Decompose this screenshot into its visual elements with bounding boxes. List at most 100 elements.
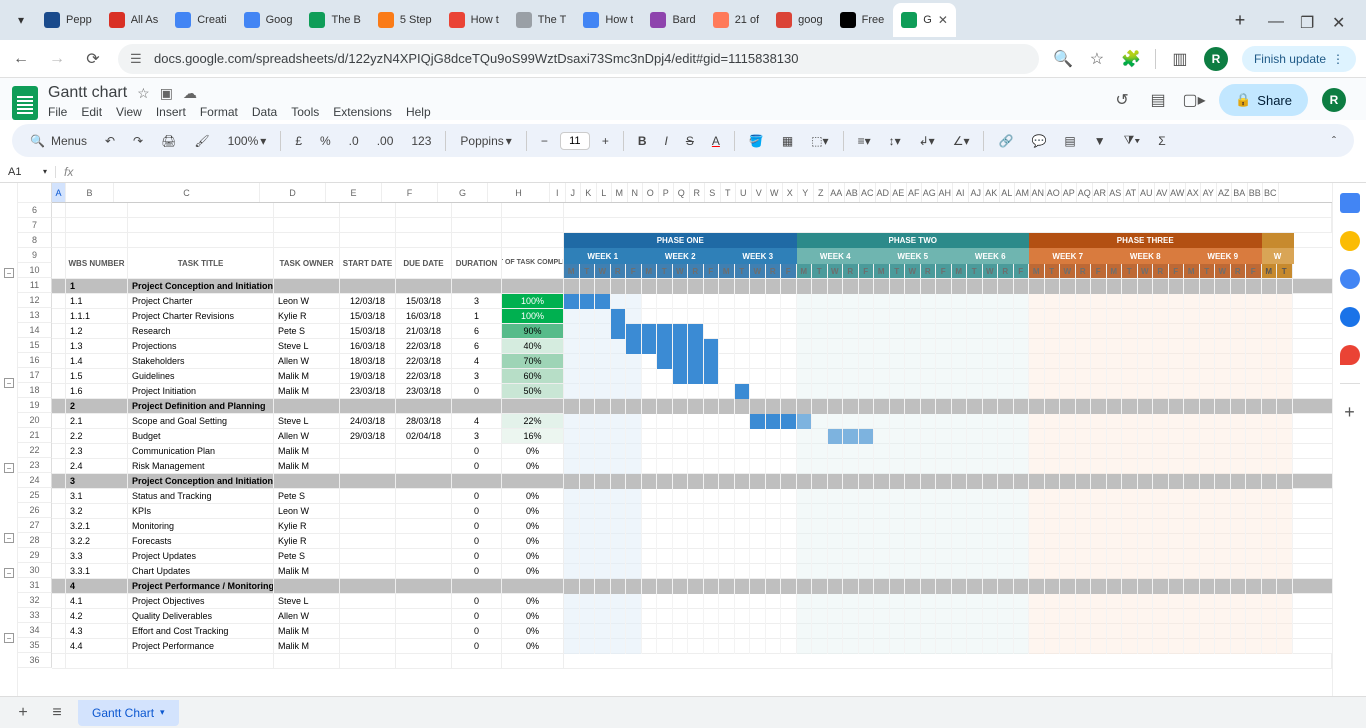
gantt-cell[interactable]	[983, 459, 999, 474]
gantt-cell[interactable]	[673, 624, 689, 639]
gantt-cell[interactable]	[952, 459, 968, 474]
outline-toggle[interactable]: −	[4, 633, 14, 643]
gantt-cell[interactable]	[890, 564, 906, 579]
account-avatar[interactable]: R	[1322, 88, 1346, 112]
gantt-cell[interactable]	[874, 339, 890, 354]
gantt-cell[interactable]	[1045, 549, 1061, 564]
gantt-cell[interactable]	[828, 414, 844, 429]
col-header[interactable]: X	[783, 183, 799, 202]
gantt-cell[interactable]	[890, 399, 906, 414]
gantt-cell[interactable]	[1107, 444, 1123, 459]
gantt-cell[interactable]	[1091, 399, 1107, 414]
gantt-cell[interactable]	[921, 474, 937, 489]
gantt-cell[interactable]	[1045, 369, 1061, 384]
gantt-cell[interactable]	[626, 474, 642, 489]
gantt-cell[interactable]	[1014, 549, 1030, 564]
gantt-cell[interactable]	[890, 339, 906, 354]
gantt-cell[interactable]	[874, 459, 890, 474]
gantt-cell[interactable]	[1169, 354, 1185, 369]
gantt-cell[interactable]	[1060, 474, 1076, 489]
gantt-cell[interactable]	[580, 279, 596, 294]
gantt-cell[interactable]	[874, 429, 890, 444]
gantt-cell[interactable]	[967, 564, 983, 579]
gantt-cell[interactable]	[1277, 324, 1293, 339]
gantt-cell[interactable]	[657, 294, 673, 309]
gantt-cell[interactable]	[1029, 459, 1045, 474]
gantt-cell[interactable]	[704, 609, 720, 624]
gantt-cell[interactable]	[750, 399, 766, 414]
gantt-cell[interactable]	[766, 324, 782, 339]
row-header[interactable]: 6	[18, 203, 52, 218]
gantt-cell[interactable]	[967, 534, 983, 549]
cell-title[interactable]: Quality Deliverables	[128, 609, 274, 623]
cell-due[interactable]	[396, 624, 452, 638]
gantt-cell[interactable]	[828, 534, 844, 549]
gantt-cell[interactable]	[1122, 639, 1138, 654]
more-formats-button[interactable]: 123	[405, 130, 437, 152]
gantt-cell[interactable]	[1045, 384, 1061, 399]
gantt-cell[interactable]	[936, 534, 952, 549]
cell-pct[interactable]: 60%	[502, 369, 564, 383]
gantt-cell[interactable]	[1153, 339, 1169, 354]
gantt-cell[interactable]	[657, 624, 673, 639]
gantt-cell[interactable]	[905, 324, 921, 339]
gantt-cell[interactable]	[1076, 504, 1092, 519]
gantt-cell[interactable]	[781, 429, 797, 444]
gantt-cell[interactable]	[657, 384, 673, 399]
task-row[interactable]: 4.3 Effort and Cost Tracking Malik M 0 0…	[52, 624, 1332, 639]
task-row[interactable]: 3.2.1 Monitoring Kylie R 0 0%	[52, 519, 1332, 534]
gantt-cell[interactable]	[564, 399, 580, 414]
cell-start[interactable]	[340, 594, 396, 608]
cell-owner[interactable]	[274, 279, 340, 293]
gantt-cell[interactable]	[750, 474, 766, 489]
cell-due[interactable]	[396, 504, 452, 518]
cell-title[interactable]: KPIs	[128, 504, 274, 518]
cell-title[interactable]: Scope and Goal Setting	[128, 414, 274, 428]
gantt-cell[interactable]	[1029, 324, 1045, 339]
cell-pct[interactable]: 0%	[502, 549, 564, 563]
gantt-cell[interactable]	[936, 429, 952, 444]
gantt-cell[interactable]	[967, 279, 983, 294]
gantt-cell[interactable]	[1262, 564, 1278, 579]
gantt-cell[interactable]	[1262, 339, 1278, 354]
cell-pct[interactable]: 50%	[502, 384, 564, 398]
comments-icon[interactable]: ▤	[1147, 89, 1169, 111]
gantt-cell[interactable]	[967, 339, 983, 354]
gantt-cell[interactable]	[1231, 624, 1247, 639]
gantt-cell[interactable]	[843, 459, 859, 474]
gantt-cell[interactable]	[735, 444, 751, 459]
task-row[interactable]: 4.4 Project Performance Malik M 0 0%	[52, 639, 1332, 654]
col-header[interactable]: AG	[922, 183, 938, 202]
bold-button[interactable]: B	[632, 130, 653, 152]
gantt-cell[interactable]	[1215, 474, 1231, 489]
gantt-cell[interactable]	[564, 504, 580, 519]
gantt-cell[interactable]	[843, 594, 859, 609]
gantt-cell[interactable]	[1014, 474, 1030, 489]
gantt-cell[interactable]	[750, 279, 766, 294]
row-header[interactable]: 32	[18, 593, 52, 608]
cell-due[interactable]: 21/03/18	[396, 324, 452, 338]
gantt-cell[interactable]	[719, 384, 735, 399]
cell-start[interactable]: 15/03/18	[340, 324, 396, 338]
cell-dur[interactable]: 0	[452, 624, 502, 638]
gantt-cell[interactable]	[1014, 639, 1030, 654]
cell-dur[interactable]: 0	[452, 594, 502, 608]
gantt-cell[interactable]	[580, 594, 596, 609]
gantt-cell[interactable]	[890, 309, 906, 324]
gantt-cell[interactable]	[812, 309, 828, 324]
col-header[interactable]: BB	[1248, 183, 1264, 202]
gantt-cell[interactable]	[1138, 429, 1154, 444]
cell-wbs[interactable]: 1.4	[66, 354, 128, 368]
gantt-cell[interactable]	[1107, 309, 1123, 324]
url-input[interactable]: ☰ docs.google.com/spreadsheets/d/122yzN4…	[118, 44, 1039, 74]
fill-color-button[interactable]: 🪣	[743, 130, 770, 152]
gantt-cell[interactable]	[1277, 279, 1293, 294]
cell-pct[interactable]: 90%	[502, 324, 564, 338]
gantt-cell[interactable]	[843, 639, 859, 654]
row-header[interactable]: 31	[18, 578, 52, 593]
col-header[interactable]: A	[52, 183, 66, 202]
gantt-cell[interactable]	[952, 489, 968, 504]
gantt-cell[interactable]	[1060, 324, 1076, 339]
gantt-cell[interactable]	[797, 339, 813, 354]
cell-owner[interactable]	[274, 399, 340, 413]
